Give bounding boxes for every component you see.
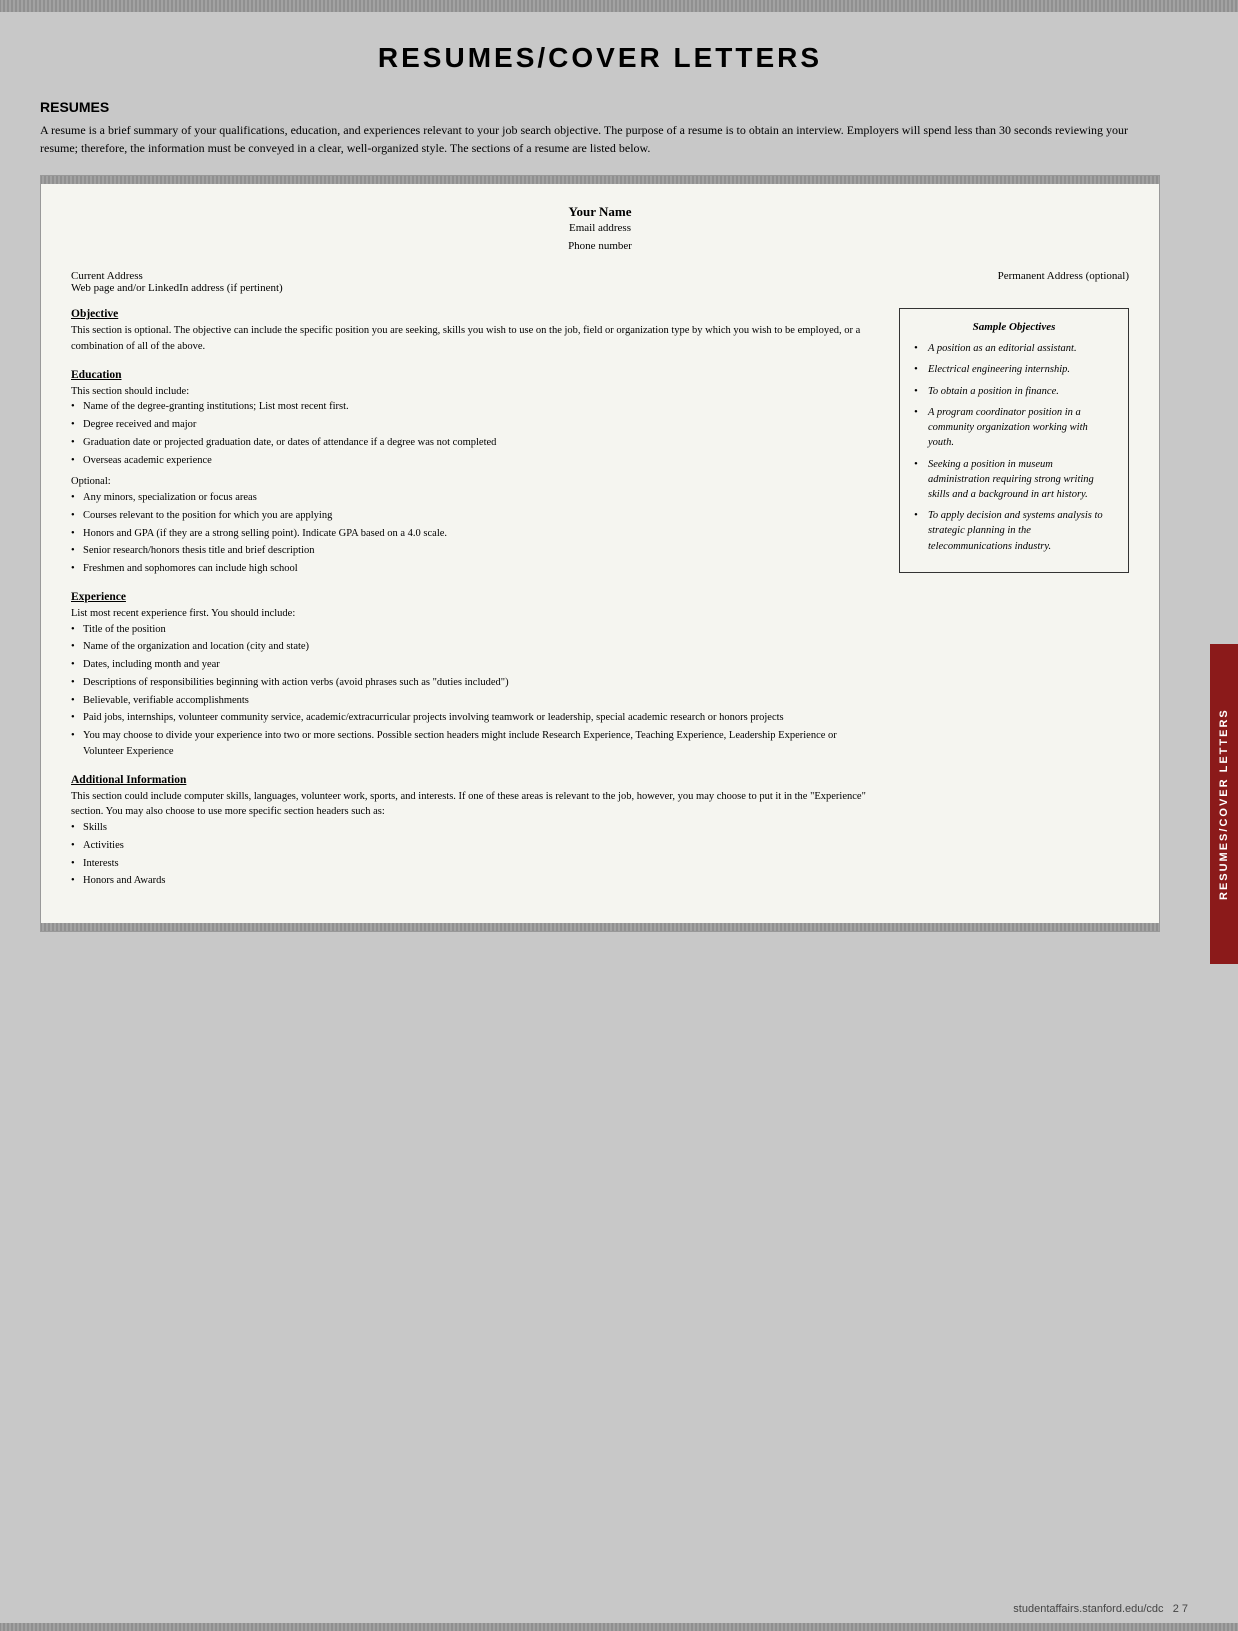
intro-text: A resume is a brief summary of your qual… [40, 121, 1160, 157]
sample-objectives-list: A position as an editorial assistant. El… [914, 341, 1114, 554]
experience-section: Experience List most recent experience f… [71, 591, 879, 760]
content-area: RESUMES/COVER LETTERS RESUMES A resume i… [0, 12, 1200, 1595]
list-item: Interests [71, 856, 879, 872]
permanent-address: Permanent Address (optional) [998, 270, 1129, 294]
experience-intro: List most recent experience first. You s… [71, 606, 879, 622]
additional-info-content: This section could include computer skil… [71, 789, 879, 890]
list-item: Believable, verifiable accomplishments [71, 693, 879, 709]
list-item: Degree received and major [71, 417, 879, 433]
current-address-detail: Web page and/or LinkedIn address (if per… [71, 282, 283, 294]
resume-body: Objective This section is optional. The … [71, 308, 1129, 903]
objective-item-1: A position as an editorial assistant. [914, 341, 1114, 356]
additional-info-title: Additional Information [71, 774, 879, 786]
resumes-heading: RESUMES [40, 99, 1160, 115]
list-item: Title of the position [71, 622, 879, 638]
experience-title: Experience [71, 591, 879, 603]
optional-label: Optional: [71, 474, 879, 490]
resume-doc-border [41, 176, 1159, 184]
current-address-label: Current Address [71, 270, 283, 282]
footer-url: studentaffairs.stanford.edu/cdc [1013, 1603, 1163, 1615]
bottom-border [0, 1623, 1238, 1631]
list-item: Descriptions of responsibilities beginni… [71, 675, 879, 691]
sample-objectives-title: Sample Objectives [914, 321, 1114, 333]
list-item: Courses relevant to the position for whi… [71, 508, 879, 524]
resume-document: Your Name Email address Phone number Cur… [40, 175, 1160, 932]
footer-page: 2 7 [1173, 1603, 1188, 1615]
education-optional-list: Any minors, specialization or focus area… [71, 490, 879, 577]
experience-content: List most recent experience first. You s… [71, 606, 879, 760]
page-title: RESUMES/COVER LETTERS [40, 42, 1160, 74]
list-item: You may choose to divide your experience… [71, 728, 879, 760]
objective-item-3: To obtain a position in finance. [914, 384, 1114, 399]
list-item: Senior research/honors thesis title and … [71, 543, 879, 559]
resume-phone: Phone number [71, 238, 1129, 256]
objective-title: Objective [71, 308, 879, 320]
education-section: Education This section should include: N… [71, 369, 879, 577]
permanent-address-label: Permanent Address (optional) [998, 270, 1129, 282]
page-footer: studentaffairs.stanford.edu/cdc 2 7 [0, 1595, 1238, 1623]
list-item: Paid jobs, internships, volunteer commun… [71, 710, 879, 726]
list-item: Activities [71, 838, 879, 854]
list-item: Freshmen and sophomores can include high… [71, 561, 879, 577]
objective-section: Objective This section is optional. The … [71, 308, 879, 355]
education-content: This section should include: Name of the… [71, 384, 879, 577]
objective-item-6: To apply decision and systems analysis t… [914, 508, 1114, 554]
list-item: Overseas academic experience [71, 453, 879, 469]
additional-info-section: Additional Information This section coul… [71, 774, 879, 890]
list-item: Name of the organization and location (c… [71, 639, 879, 655]
current-address: Current Address Web page and/or LinkedIn… [71, 270, 283, 294]
sample-objectives-box: Sample Objectives A position as an edito… [899, 308, 1129, 573]
resume-header: Your Name Email address Phone number [71, 204, 1129, 255]
list-item: Dates, including month and year [71, 657, 879, 673]
resume-name: Your Name [71, 204, 1129, 220]
list-item: Any minors, specialization or focus area… [71, 490, 879, 506]
education-list: Name of the degree-granting institutions… [71, 399, 879, 468]
list-item: Skills [71, 820, 879, 836]
list-item: Name of the degree-granting institutions… [71, 399, 879, 415]
top-border [0, 0, 1238, 12]
objective-item-4: A program coordinator position in a comm… [914, 405, 1114, 451]
right-tab: RESUMES/COVER LETTERS [1200, 12, 1238, 1595]
resume-left-column: Objective This section is optional. The … [71, 308, 879, 903]
resume-email: Email address [71, 220, 1129, 238]
page-wrapper: RESUMES/COVER LETTERS RESUMES A resume i… [0, 0, 1238, 1631]
additional-info-list: Skills Activities Interests Honors and A… [71, 820, 879, 889]
sample-objectives-column: Sample Objectives A position as an edito… [899, 308, 1129, 903]
experience-list: Title of the position Name of the organi… [71, 622, 879, 760]
main-content: RESUMES/COVER LETTERS RESUMES A resume i… [0, 12, 1238, 1595]
education-intro: This section should include: [71, 384, 879, 400]
objective-text: This section is optional. The objective … [71, 323, 879, 355]
right-tab-label: RESUMES/COVER LETTERS [1210, 644, 1238, 964]
resume-doc-bottom-border [41, 923, 1159, 931]
list-item: Graduation date or projected graduation … [71, 435, 879, 451]
additional-info-text: This section could include computer skil… [71, 789, 879, 821]
objective-item-2: Electrical engineering internship. [914, 362, 1114, 377]
address-row: Current Address Web page and/or LinkedIn… [71, 270, 1129, 294]
list-item: Honors and Awards [71, 873, 879, 889]
objective-item-5: Seeking a position in museum administrat… [914, 457, 1114, 503]
education-title: Education [71, 369, 879, 381]
list-item: Honors and GPA (if they are a strong sel… [71, 526, 879, 542]
